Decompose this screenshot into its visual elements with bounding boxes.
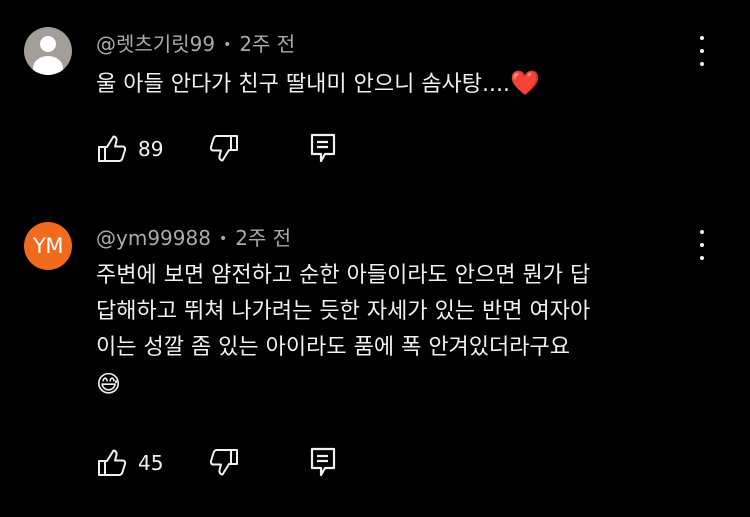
meta-separator: • <box>223 37 232 53</box>
comment-item: YM @ym99988 • 2주 전 주변에 보면 얌전하고 순한 아들이라도 안으… <box>0 200 750 517</box>
like-count: 89 <box>138 137 164 161</box>
comment-text-line: 주변에 보면 얌전하고 순한 아들이라도 안으면 뭔가 답 <box>96 263 591 288</box>
reply-button[interactable] <box>310 446 336 484</box>
comment-text-line: 답해하고 뛰쳐 나가려는 듯한 자세가 있는 반면 여자아 <box>96 299 591 324</box>
dislike-button[interactable] <box>208 132 240 170</box>
like-count: 45 <box>138 451 164 475</box>
like-button[interactable]: 89 <box>96 132 163 166</box>
thumbs-down-icon <box>209 135 238 162</box>
comment-time[interactable]: 2주 전 <box>239 32 295 56</box>
comment-text-line: 울 아들 안다가 친구 딸내미 안으니 솜사탕.... <box>96 72 511 97</box>
author-name[interactable]: @렛츠기릿99 <box>96 32 215 56</box>
like-button[interactable]: 45 <box>96 446 163 480</box>
thumbs-up-icon <box>98 449 127 476</box>
comment-item: @렛츠기릿99 • 2주 전 울 아들 안다가 친구 딸내미 안으니 솜사탕....… <box>0 0 750 200</box>
comment-time[interactable]: 2주 전 <box>235 226 291 250</box>
thumbs-up-icon <box>98 135 127 162</box>
author-name[interactable]: @ym99988 <box>96 226 211 250</box>
more-options-button[interactable] <box>690 230 714 260</box>
comment-actions: 89 <box>96 132 356 166</box>
avatar[interactable]: YM <box>24 222 72 270</box>
comment-text: 주변에 보면 얌전하고 순한 아들이라도 안으면 뭔가 답 답해하고 뛰쳐 나가… <box>96 258 686 402</box>
heart-emoji: ❤️ <box>510 69 540 97</box>
meta-separator: • <box>218 231 228 247</box>
more-options-button[interactable] <box>690 36 714 66</box>
thumbs-down-icon <box>209 449 238 476</box>
comment-meta: @ym99988 • 2주 전 <box>96 222 291 251</box>
reply-button[interactable] <box>310 132 336 170</box>
dislike-button[interactable] <box>208 446 240 484</box>
default-avatar-icon <box>40 36 56 52</box>
sweat-smile-emoji: 😅 <box>96 370 122 398</box>
avatar-initials: YM <box>33 234 63 258</box>
avatar[interactable] <box>24 27 72 75</box>
reply-comment-icon <box>310 447 336 477</box>
comment-text-line: 이는 성깔 좀 있는 아이라도 품에 폭 안겨있더라구요 <box>96 335 570 360</box>
comment-meta: @렛츠기릿99 • 2주 전 <box>96 28 295 57</box>
comment-text: 울 아들 안다가 친구 딸내미 안으니 솜사탕....❤️ <box>96 65 686 103</box>
reply-comment-icon <box>310 133 336 163</box>
comment-actions: 45 <box>96 446 356 480</box>
